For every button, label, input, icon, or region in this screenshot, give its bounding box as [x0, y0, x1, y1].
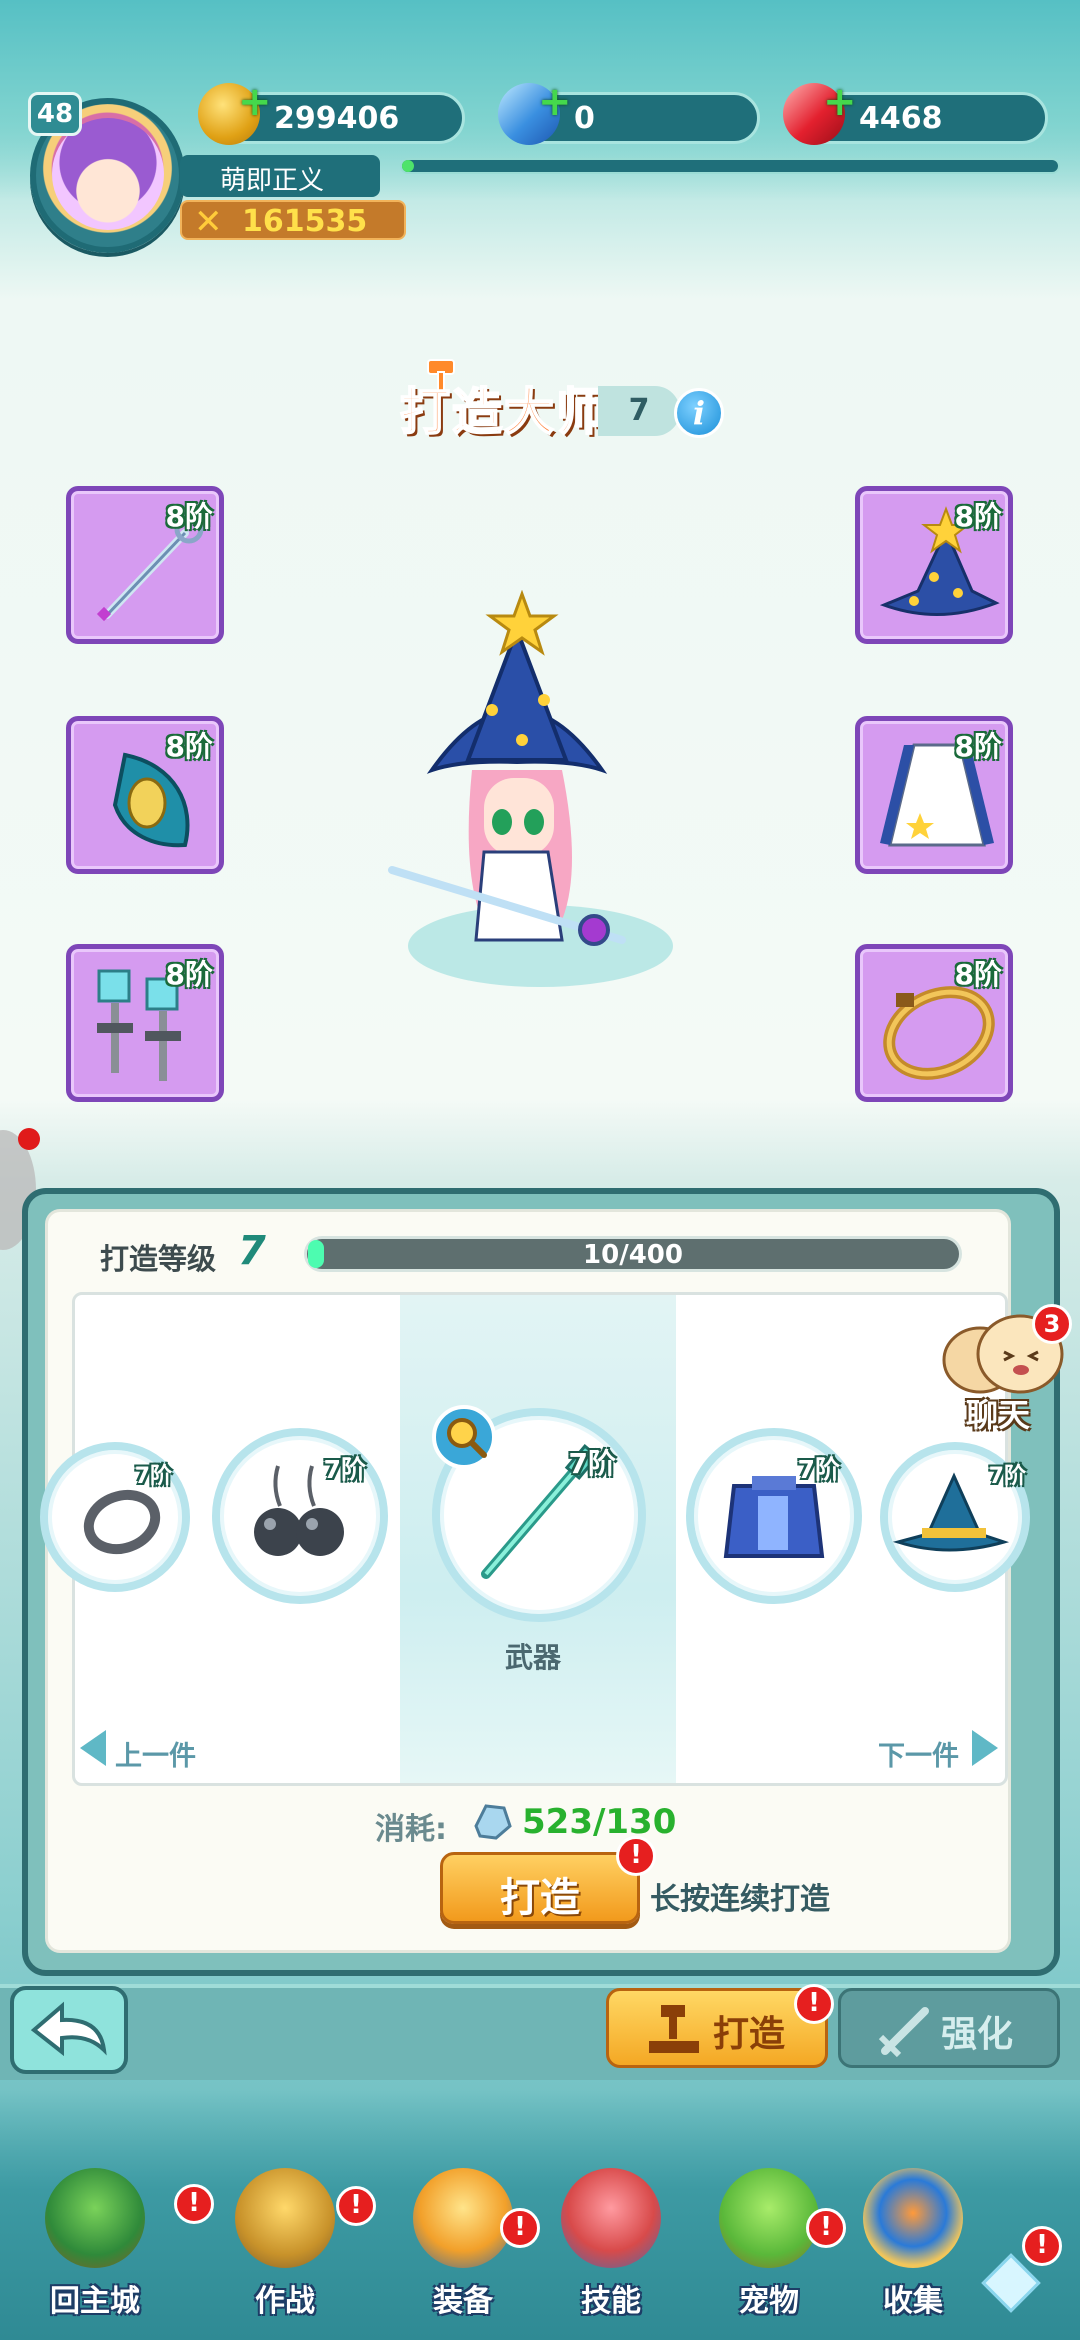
nav-skills[interactable]: 技能: [536, 2160, 686, 2320]
forge-progress-text: 10/400: [583, 1240, 683, 1270]
carousel-item-ring-tier: 7阶: [134, 1464, 172, 1489]
slot-earring[interactable]: 8阶: [66, 944, 224, 1102]
player-name: 萌即正义: [220, 166, 325, 196]
ore-icon: [474, 1804, 512, 1840]
prev-arrow-icon[interactable]: [80, 1730, 106, 1766]
hold-to-forge-hint: 长按连续打造: [650, 1882, 830, 1917]
magnifier-icon[interactable]: [432, 1405, 496, 1469]
slot-ring[interactable]: 8阶: [855, 944, 1013, 1102]
carousel-item-hat[interactable]: 7阶: [880, 1442, 1030, 1592]
nav-battle-label: 作战: [255, 2284, 315, 2319]
gold-value: 299406: [274, 101, 400, 136]
ruby-counter[interactable]: + 4468: [783, 79, 1048, 145]
tab-forge-label: 打造: [713, 2014, 786, 2055]
main-city-icon: [45, 2168, 145, 2268]
page-title: 打造大师: [399, 382, 608, 442]
exp-bar-fill: [402, 160, 414, 172]
nav-more-alert-icon: !: [1022, 2226, 1062, 2266]
next-item-button[interactable]: 下一件: [878, 1734, 959, 1773]
anvil-hammer-icon: [649, 2005, 699, 2053]
tab-enhance-label: 强化: [941, 2014, 1014, 2055]
add-ruby-icon[interactable]: +: [823, 79, 857, 125]
tab-enhance[interactable]: 强化: [838, 1988, 1060, 2068]
chat-unread-badge: 3: [1032, 1304, 1072, 1344]
slot-weapon-tier: 8阶: [165, 500, 213, 533]
carousel-item-robe-tier: 7阶: [797, 1455, 840, 1484]
wizard-character[interactable]: [372, 590, 662, 970]
cost-label: 消耗:: [375, 1812, 447, 1847]
forge-level-value: 7: [238, 1228, 266, 1274]
slot-hat[interactable]: 8阶: [855, 486, 1013, 644]
nav-battle-alert-icon: !: [336, 2186, 376, 2226]
tab-forge-alert-icon: !: [794, 1984, 834, 2024]
combat-power: ✕ 161535: [180, 200, 406, 242]
diamond-counter[interactable]: + 0: [498, 79, 760, 145]
nav-main-city[interactable]: 回主城: [20, 2160, 170, 2320]
nav-collection[interactable]: 收集: [838, 2160, 988, 2320]
nav-equipment-label: 装备: [433, 2284, 493, 2319]
slot-shoulder-tier: 8阶: [165, 730, 213, 763]
equipment-icon: [413, 2168, 513, 2268]
carousel-item-ring[interactable]: 7阶: [40, 1442, 190, 1592]
slot-weapon[interactable]: 8阶: [66, 486, 224, 644]
nav-main-city-alert-icon: !: [174, 2184, 214, 2224]
nav-collection-label: 收集: [883, 2284, 943, 2319]
forge-button-alert-icon: !: [616, 1836, 656, 1876]
slot-ring-tier: 8阶: [954, 958, 1002, 991]
diamond-value: 0: [574, 101, 595, 136]
carousel-item-earrings-tier[interactable]: 7阶: [324, 1450, 366, 1486]
forge-button-label: 打造: [500, 1875, 580, 1921]
combat-power-value: 161535: [242, 204, 368, 239]
slot-shoulder[interactable]: 8阶: [66, 716, 224, 874]
slot-hat-tier: 8阶: [954, 500, 1002, 533]
sword-icon: [878, 2007, 929, 2058]
forge-button[interactable]: 打造: [440, 1852, 640, 1924]
carousel-item-hat-tier: 7阶: [988, 1464, 1026, 1489]
back-arrow-icon: [30, 2001, 107, 2057]
cost-value: 523/130: [522, 1802, 677, 1842]
player-name-bar: 萌即正义: [180, 155, 380, 197]
next-arrow-icon[interactable]: [972, 1730, 998, 1766]
pets-icon: [719, 2168, 819, 2268]
back-button[interactable]: [10, 1986, 128, 2074]
battle-icon: [235, 2168, 335, 2268]
collection-icon: [863, 2168, 963, 2268]
nav-main-city-label: 回主城: [50, 2284, 140, 2319]
info-icon[interactable]: i: [674, 388, 724, 438]
ruby-value: 4468: [859, 101, 943, 136]
nav-battle[interactable]: 作战: [210, 2160, 360, 2320]
exp-bar: [400, 158, 1060, 174]
slot-robe[interactable]: 8阶: [855, 716, 1013, 874]
player-level-badge: 48: [28, 92, 82, 136]
carousel-item-weapon-tier: 7阶: [568, 1447, 616, 1480]
notification-dot: [18, 1128, 40, 1150]
gold-counter[interactable]: + 299406: [198, 79, 465, 145]
crossed-swords-icon: ✕: [194, 202, 223, 242]
forge-level-label: 打造等级: [100, 1242, 217, 1276]
carousel-item-robe[interactable]: 7阶: [686, 1428, 862, 1604]
nav-pets-label: 宠物: [739, 2284, 799, 2319]
chat-label[interactable]: 聊天: [966, 1390, 1030, 1436]
carousel-item-earrings[interactable]: 7阶: [212, 1428, 388, 1604]
slot-earring-tier: 8阶: [165, 958, 213, 991]
selected-item-label: 武器: [505, 1641, 562, 1674]
add-diamond-icon[interactable]: +: [538, 79, 572, 125]
slot-robe-tier: 8阶: [954, 730, 1002, 763]
nav-equipment-alert-icon: !: [500, 2208, 540, 2248]
nav-skills-label: 技能: [581, 2284, 641, 2319]
prev-item-button[interactable]: 上一件: [115, 1734, 196, 1773]
add-gold-icon[interactable]: +: [238, 79, 272, 125]
forge-master-level: 7: [598, 386, 680, 436]
skills-icon: [561, 2168, 661, 2268]
